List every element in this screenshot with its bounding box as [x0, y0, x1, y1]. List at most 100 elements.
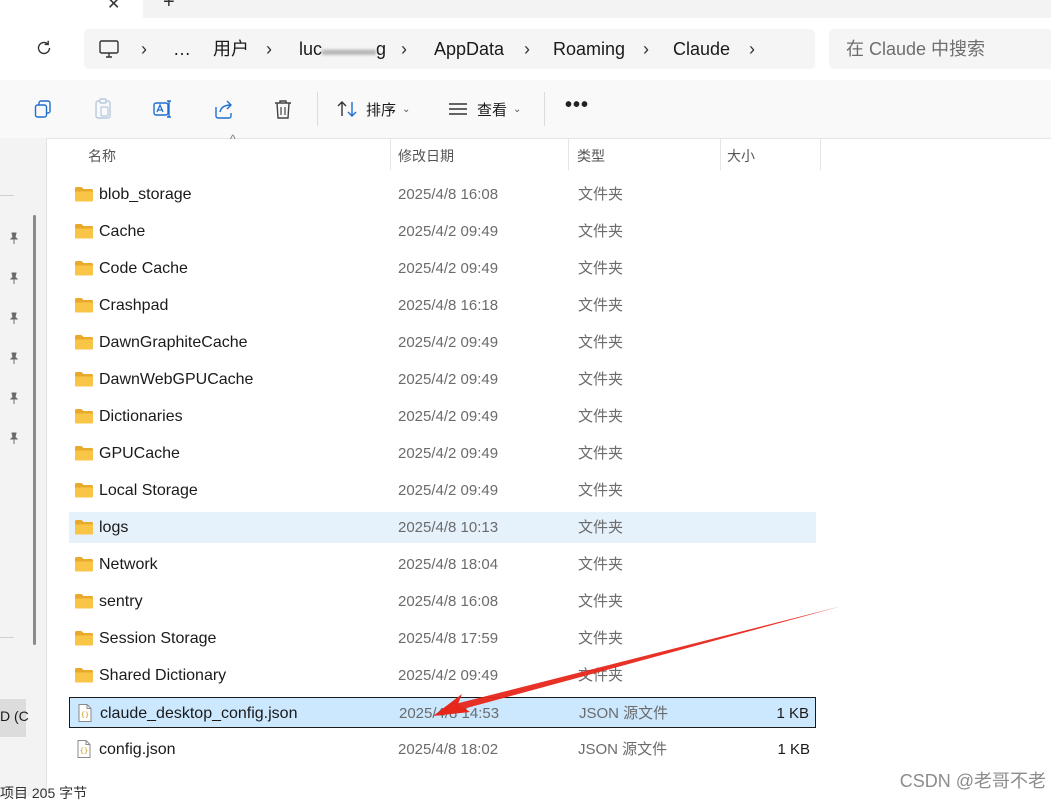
- breadcrumb-username-end: g: [376, 39, 387, 59]
- address-bar[interactable]: › … 用户 › luc▬▬▬g › AppData › Roaming › C…: [84, 29, 815, 69]
- pin-icon[interactable]: [7, 391, 21, 405]
- breadcrumb-users[interactable]: 用户: [213, 37, 249, 61]
- breadcrumb-separator[interactable]: ›: [643, 37, 649, 61]
- breadcrumb-separator[interactable]: ›: [524, 37, 530, 61]
- sort-icon: [337, 101, 357, 117]
- breadcrumb-separator[interactable]: ›: [141, 37, 147, 61]
- file-type: 文件夹: [578, 408, 624, 425]
- folder-row[interactable]: Session Storage 2025/4/8 17:59 文件夹: [69, 623, 816, 654]
- active-tab[interactable]: ✕: [0, 0, 143, 18]
- breadcrumb-roaming[interactable]: Roaming: [553, 37, 625, 61]
- toolbar-divider: [317, 92, 318, 126]
- pin-icon[interactable]: [7, 351, 21, 365]
- refresh-button[interactable]: [32, 36, 56, 60]
- column-header-size[interactable]: 大小: [727, 146, 755, 166]
- folder-row[interactable]: Local Storage 2025/4/2 09:49 文件夹: [69, 475, 816, 506]
- folder-row[interactable]: Cache 2025/4/2 09:49 文件夹: [69, 216, 816, 247]
- column-divider[interactable]: [720, 138, 721, 170]
- folder-row[interactable]: Shared Dictionary 2025/4/2 09:49 文件夹: [69, 660, 816, 691]
- folder-row[interactable]: Crashpad 2025/4/8 16:18 文件夹: [69, 290, 816, 321]
- column-divider[interactable]: [568, 138, 569, 170]
- file-name: logs: [99, 519, 129, 536]
- nav-divider: [0, 637, 14, 638]
- folder-icon: [75, 261, 93, 276]
- folder-icon: [75, 187, 93, 202]
- folder-row[interactable]: blob_storage 2025/4/8 16:08 文件夹: [69, 179, 816, 210]
- folder-row[interactable]: sentry 2025/4/8 16:08 文件夹: [69, 586, 816, 617]
- file-type: JSON 源文件: [579, 705, 669, 722]
- paste-button[interactable]: [93, 97, 113, 121]
- nav-scrollbar[interactable]: [33, 215, 36, 645]
- file-modified-date: 2025/4/2 09:49: [398, 482, 499, 499]
- folder-row[interactable]: GPUCache 2025/4/2 09:49 文件夹: [69, 438, 816, 469]
- sort-button[interactable]: 排序 ⌄: [336, 97, 410, 121]
- folder-icon: [75, 409, 93, 424]
- folder-icon: [75, 446, 93, 461]
- column-header-name[interactable]: 名称: [88, 146, 116, 166]
- pin-icon[interactable]: [7, 431, 21, 445]
- file-modified-date: 2025/4/8 16:08: [398, 186, 499, 203]
- file-type: 文件夹: [578, 482, 624, 499]
- folder-icon: [75, 483, 93, 498]
- breadcrumb-overflow[interactable]: …: [173, 37, 191, 61]
- folder-icon: [75, 668, 93, 683]
- file-modified-date: 2025/4/8 16:18: [398, 297, 499, 314]
- json-file-icon: {}: [77, 740, 91, 758]
- sort-label: 排序: [366, 101, 397, 119]
- search-box[interactable]: 在 Claude 中搜索: [829, 29, 1051, 69]
- view-button[interactable]: 查看 ⌄: [447, 97, 521, 121]
- column-divider[interactable]: [390, 138, 391, 170]
- pin-icon[interactable]: [7, 271, 21, 285]
- view-label: 查看: [477, 101, 508, 119]
- breadcrumb-username[interactable]: luc▬▬▬g: [299, 37, 386, 61]
- breadcrumb-appdata[interactable]: AppData: [434, 37, 504, 61]
- folder-row[interactable]: logs 2025/4/8 10:13 文件夹: [69, 512, 816, 543]
- paste-icon: [95, 98, 111, 119]
- file-name: Dictionaries: [99, 408, 183, 425]
- this-pc-icon[interactable]: [98, 39, 120, 59]
- watermark: CSDN @老哥不老: [899, 771, 1046, 791]
- column-header-type[interactable]: 类型: [577, 146, 605, 166]
- file-name: DawnGraphiteCache: [99, 334, 248, 351]
- file-name: DawnWebGPUCache: [99, 371, 254, 388]
- sort-ascending-icon: ^: [230, 132, 236, 146]
- folder-row[interactable]: Code Cache 2025/4/2 09:49 文件夹: [69, 253, 816, 284]
- file-name: Code Cache: [99, 260, 188, 277]
- file-row[interactable]: {} claude_desktop_config.json 2025/4/8 14:…: [69, 697, 816, 728]
- file-modified-date: 2025/4/8 17:59: [398, 630, 499, 647]
- new-tab-button[interactable]: +: [163, 0, 175, 14]
- folder-icon: [75, 594, 93, 609]
- more-options-button[interactable]: •••: [565, 94, 589, 117]
- copy-icon: [34, 100, 51, 118]
- file-modified-date: 2025/4/8 16:08: [398, 593, 499, 610]
- close-tab-icon[interactable]: ✕: [107, 0, 120, 14]
- file-type: 文件夹: [578, 445, 624, 462]
- view-icon: [449, 103, 467, 115]
- folder-icon: [75, 335, 93, 350]
- rename-button[interactable]: [152, 97, 174, 121]
- breadcrumb-claude[interactable]: Claude: [673, 37, 730, 61]
- folder-icon: [75, 631, 93, 646]
- trash-icon: [275, 100, 291, 119]
- breadcrumb-separator[interactable]: ›: [401, 37, 407, 61]
- folder-icon: [75, 557, 93, 572]
- file-modified-date: 2025/4/2 09:49: [398, 334, 499, 351]
- column-header-date[interactable]: 修改日期: [398, 146, 454, 166]
- folder-row[interactable]: Dictionaries 2025/4/2 09:49 文件夹: [69, 401, 816, 432]
- pin-icon[interactable]: [7, 231, 21, 245]
- file-modified-date: 2025/4/2 09:49: [398, 445, 499, 462]
- file-row[interactable]: {} config.json 2025/4/8 18:02 JSON 源文件 1 KB: [69, 734, 816, 765]
- share-button[interactable]: [213, 97, 235, 121]
- file-type: 文件夹: [578, 519, 624, 536]
- column-divider[interactable]: [820, 138, 821, 170]
- folder-row[interactable]: DawnGraphiteCache 2025/4/2 09:49 文件夹: [69, 327, 816, 358]
- copy-button[interactable]: [33, 97, 53, 121]
- file-modified-date: 2025/4/2 09:49: [398, 371, 499, 388]
- address-row: › … 用户 › luc▬▬▬g › AppData › Roaming › C…: [0, 18, 1051, 81]
- delete-button[interactable]: [273, 97, 293, 121]
- breadcrumb-separator[interactable]: ›: [266, 37, 272, 61]
- breadcrumb-separator[interactable]: ›: [749, 37, 755, 61]
- folder-row[interactable]: DawnWebGPUCache 2025/4/2 09:49 文件夹: [69, 364, 816, 395]
- folder-row[interactable]: Network 2025/4/8 18:04 文件夹: [69, 549, 816, 580]
- pin-icon[interactable]: [7, 311, 21, 325]
